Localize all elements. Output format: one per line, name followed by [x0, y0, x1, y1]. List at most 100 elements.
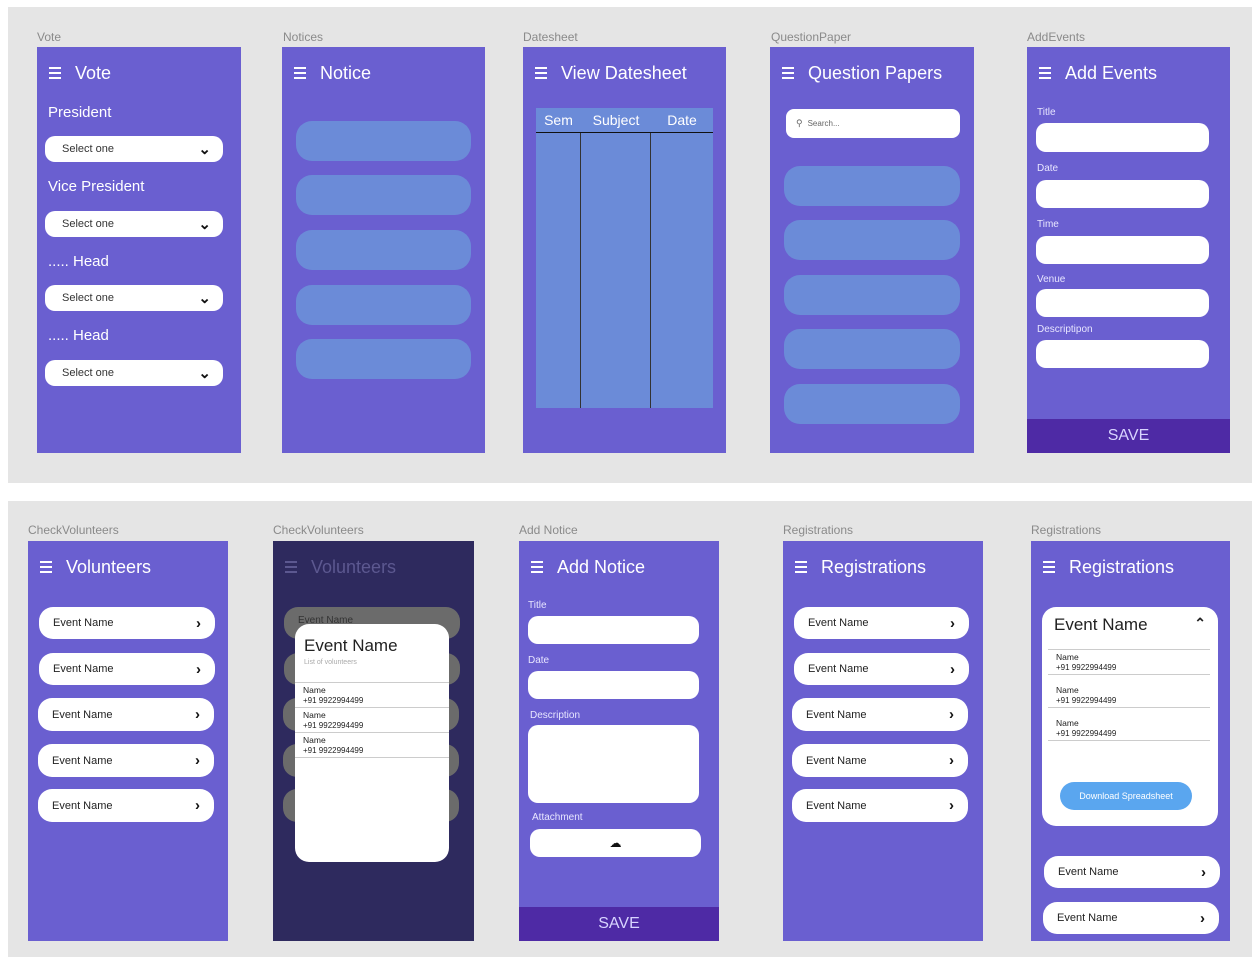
- registrant-name: Name: [1056, 717, 1079, 728]
- search-icon: ⚲: [796, 118, 803, 128]
- frame-label-registrations: Registrations: [783, 523, 854, 537]
- search-input[interactable]: ⚲ Search...: [786, 109, 960, 138]
- question-paper-card[interactable]: [784, 384, 960, 424]
- chevron-right-icon: ›: [949, 706, 954, 723]
- event-list-item[interactable]: Event Name ›: [792, 789, 968, 822]
- menu-icon[interactable]: [535, 67, 547, 79]
- notice-card[interactable]: [296, 121, 471, 161]
- page-title: Add Notice: [557, 556, 646, 577]
- date-input[interactable]: [528, 671, 699, 699]
- menu-icon[interactable]: [531, 561, 543, 573]
- chevron-right-icon: ›: [950, 660, 955, 678]
- notice-card[interactable]: [296, 339, 471, 379]
- menu-icon[interactable]: [49, 67, 61, 79]
- page-title: Notice: [320, 62, 372, 83]
- page-title: Question Papers: [808, 62, 943, 83]
- menu-icon[interactable]: [795, 561, 807, 573]
- frame-label-vote: Vote: [37, 30, 62, 44]
- registration-entry: Name +91 9922994499: [1048, 650, 1210, 675]
- volunteer-entry: Name +91 9922994499: [295, 733, 449, 758]
- menu-icon[interactable]: [40, 561, 52, 573]
- question-paper-card[interactable]: [784, 275, 960, 315]
- question-paper-card[interactable]: [784, 220, 960, 260]
- app-header: Question Papers: [770, 61, 942, 85]
- registration-list: Name +91 9922994499 Name +91 9922994499 Na…: [1048, 649, 1210, 741]
- question-paper-frame: Question Papers ⚲ Search...: [770, 47, 974, 453]
- save-button[interactable]: SAVE: [1027, 419, 1230, 453]
- page-title: Volunteers: [311, 556, 397, 577]
- vice-president-select[interactable]: Select one ⌄: [45, 211, 223, 237]
- field-label-title: Title: [1037, 107, 1056, 118]
- column-divider: [580, 133, 581, 408]
- chevron-down-icon: ⌄: [198, 141, 211, 158]
- page-title: Vote: [75, 62, 112, 83]
- event-name: Event Name: [52, 754, 113, 767]
- notice-card[interactable]: [296, 175, 471, 215]
- chevron-right-icon: ›: [196, 614, 201, 632]
- event-list-item[interactable]: Event Name ›: [38, 698, 214, 731]
- menu-icon[interactable]: [1043, 561, 1055, 573]
- title-input[interactable]: [1036, 123, 1209, 152]
- download-spreadsheet-button[interactable]: Download Spreadsheet: [1060, 782, 1192, 810]
- app-header: Volunteers: [28, 555, 151, 579]
- frame-label-add-events: AddEvents: [1027, 30, 1086, 44]
- save-button[interactable]: SAVE: [519, 907, 719, 941]
- event-list-item[interactable]: Event Name ›: [1044, 856, 1220, 888]
- volunteers-modal: Event Name List of volunteers Name +91 99…: [295, 624, 449, 862]
- cloud-upload-icon: ☁: [609, 836, 622, 850]
- event-list-item[interactable]: Event Name ›: [1043, 902, 1219, 934]
- page-title: Volunteers: [66, 556, 152, 577]
- event-list-item[interactable]: Event Name ›: [792, 698, 968, 731]
- column-header-sem: Sem: [544, 112, 573, 128]
- vote-frame: Vote President Select one ⌄ Vice Presiden…: [37, 47, 241, 453]
- event-list-item[interactable]: Event Name ›: [38, 789, 214, 822]
- menu-icon[interactable]: [294, 67, 306, 79]
- registrant-phone: +91 9922994499: [1056, 728, 1117, 738]
- menu-icon[interactable]: [1039, 67, 1051, 79]
- venue-input[interactable]: [1036, 289, 1209, 317]
- event-name: Event Name: [808, 663, 869, 675]
- event-list-item[interactable]: Event Name ›: [39, 607, 215, 639]
- menu-icon[interactable]: [782, 67, 794, 79]
- event-name: Event Name: [808, 617, 869, 629]
- question-paper-card[interactable]: [784, 166, 960, 206]
- attachment-upload[interactable]: ☁: [530, 829, 701, 857]
- event-name: Event Name: [806, 754, 867, 767]
- head-select[interactable]: Select one ⌄: [45, 285, 223, 311]
- registrant-phone: +91 9922994499: [1056, 662, 1117, 672]
- head-select[interactable]: Select one ⌄: [45, 360, 223, 386]
- event-list-item[interactable]: Event Name ›: [794, 607, 969, 639]
- event-name: Event Name: [1058, 866, 1119, 878]
- event-list-item[interactable]: Event Name ›: [39, 653, 215, 685]
- menu-icon[interactable]: [285, 561, 297, 573]
- event-name: Event Name: [53, 663, 114, 675]
- time-input[interactable]: [1036, 236, 1209, 264]
- app-header: Add Events: [1027, 61, 1157, 85]
- event-list-item[interactable]: Event Name ›: [794, 653, 969, 685]
- chevron-right-icon: ›: [195, 752, 200, 769]
- chevron-up-icon[interactable]: ⌃: [1194, 615, 1206, 632]
- app-header: Add Notice: [519, 555, 645, 579]
- notice-card[interactable]: [296, 285, 471, 325]
- event-list-item[interactable]: Event Name ›: [792, 744, 968, 777]
- volunteer-name: Name: [303, 685, 326, 695]
- notice-card[interactable]: [296, 230, 471, 270]
- president-select[interactable]: Select one ⌄: [45, 136, 223, 162]
- notices-frame: Notice: [282, 47, 485, 453]
- add-notice-frame: Add Notice Title Date Description Attach…: [519, 541, 719, 941]
- description-textarea[interactable]: [528, 725, 699, 803]
- event-list-item[interactable]: Event Name ›: [38, 744, 214, 777]
- event-name: Event Name: [806, 708, 867, 721]
- title-input[interactable]: [528, 616, 699, 644]
- app-header: Vote: [37, 61, 111, 85]
- field-label-description: Description: [530, 710, 581, 721]
- chevron-right-icon: ›: [195, 797, 200, 814]
- app-header: Volunteers: [273, 555, 396, 579]
- registration-entry: Name +91 9922994499: [1048, 716, 1210, 741]
- question-paper-card[interactable]: [784, 329, 960, 369]
- chevron-right-icon: ›: [1201, 863, 1206, 881]
- description-input[interactable]: [1036, 340, 1209, 368]
- chevron-right-icon: ›: [1200, 909, 1205, 927]
- event-name: Event Name: [53, 617, 114, 629]
- date-input[interactable]: [1036, 180, 1209, 208]
